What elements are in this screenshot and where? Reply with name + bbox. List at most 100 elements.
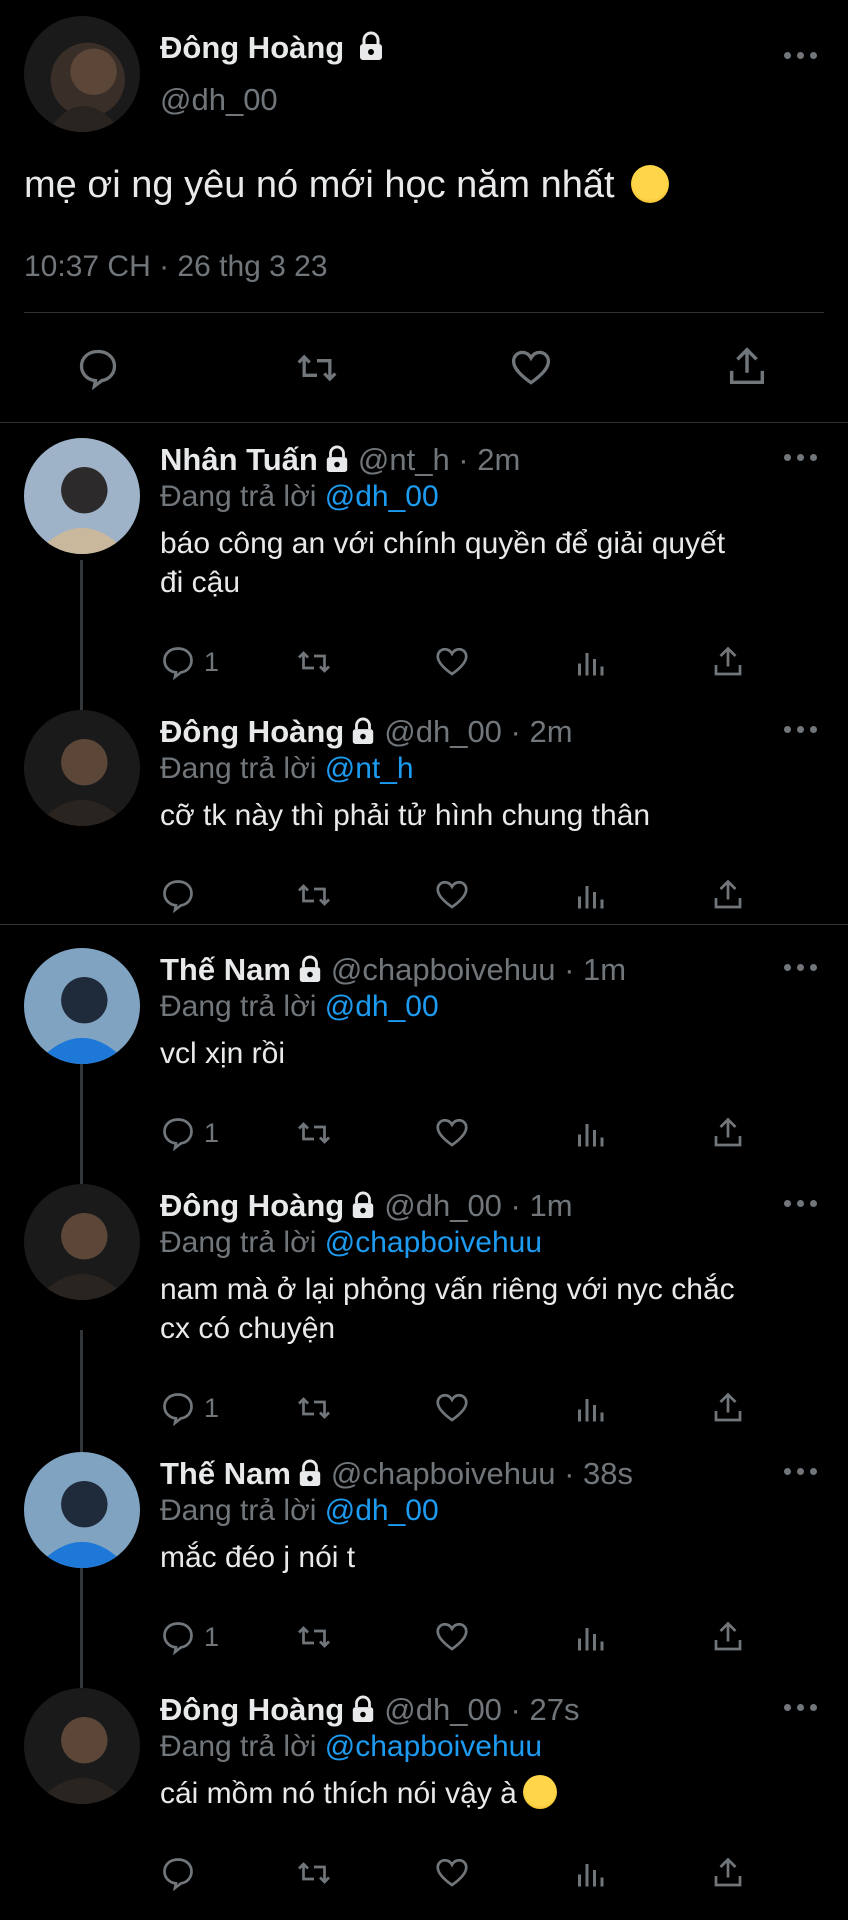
heart-button[interactable] [434, 1615, 470, 1659]
share-button[interactable] [710, 1386, 746, 1430]
lock-icon [324, 445, 350, 478]
share-button[interactable] [710, 1851, 746, 1895]
reply-time[interactable]: · 1m [564, 952, 626, 987]
author-handle[interactable]: @dh_00 [384, 1692, 510, 1727]
avatar[interactable] [24, 1184, 140, 1300]
heart-button[interactable] [434, 1111, 470, 1155]
share-button[interactable] [710, 1111, 746, 1155]
author-handle[interactable]: @chapboivehuu [331, 1456, 564, 1491]
avatar[interactable] [24, 1688, 140, 1804]
author-name[interactable]: Đông Hoàng [160, 30, 385, 69]
reply-count: 1 [204, 1117, 220, 1148]
tweet-actions: 1 [160, 640, 760, 684]
share-button[interactable] [710, 873, 746, 917]
author-handle[interactable]: @dh_00 [384, 714, 510, 749]
heart-button[interactable] [434, 1851, 470, 1895]
replying-to: Đang trả lời @chapboivehuu [160, 1730, 542, 1764]
heart-button[interactable] [434, 1386, 470, 1430]
retweet-icon [298, 1397, 330, 1419]
author-handle[interactable]: @dh_00 [384, 1188, 510, 1223]
reply-button[interactable] [160, 873, 196, 917]
retweet-button[interactable] [296, 1386, 332, 1430]
author-handle[interactable]: @dh_00 [160, 82, 278, 118]
retweet-button[interactable] [296, 1111, 332, 1155]
reply-button[interactable]: 1 [160, 1111, 219, 1155]
views-icon [578, 1399, 604, 1422]
more-icon[interactable] [784, 964, 818, 974]
replying-to: Đang trả lời @nt_h [160, 752, 414, 786]
heart-button[interactable] [434, 640, 470, 684]
divider [24, 312, 824, 313]
mention-link[interactable]: @dh_00 [325, 480, 439, 513]
retweet-icon [298, 1862, 330, 1884]
reply-button[interactable] [160, 1851, 196, 1895]
views-button[interactable] [572, 640, 608, 684]
share-button[interactable] [710, 1615, 746, 1659]
author-name[interactable]: Thế Nam [160, 1456, 291, 1491]
lock-icon [297, 1459, 323, 1492]
avatar[interactable] [24, 16, 140, 132]
author-name[interactable]: Nhân Tuấn [160, 442, 318, 477]
retweet-button[interactable] [296, 1851, 332, 1895]
retweet-button[interactable] [296, 873, 332, 917]
reply-time[interactable]: · 38s [564, 1456, 633, 1491]
reply-text-line: báo công an với chính quyền để giải quyế… [160, 527, 726, 560]
more-icon[interactable] [784, 1704, 818, 1714]
avatar[interactable] [24, 948, 140, 1064]
lock-icon [350, 1191, 376, 1224]
divider [0, 422, 848, 423]
reply-header: Thế Nam @chapboivehuu · 38s [160, 1456, 633, 1492]
share-icon [714, 1857, 742, 1887]
reply-text: cỡ tk này thì phải tử hình chung thân [160, 796, 800, 835]
author-handle[interactable]: @nt_h [358, 442, 458, 477]
share-icon[interactable] [724, 344, 770, 395]
avatar[interactable] [24, 710, 140, 826]
lock-icon [350, 717, 376, 750]
reply-time[interactable]: · 1m [511, 1188, 573, 1223]
reply-header: Thế Nam @chapboivehuu · 1m [160, 952, 626, 988]
more-icon[interactable] [784, 454, 818, 464]
avatar-image [24, 1184, 140, 1300]
reply-time[interactable]: · 2m [458, 442, 520, 477]
retweet-icon[interactable] [294, 346, 340, 395]
avatar[interactable] [24, 438, 140, 554]
more-icon[interactable] [784, 726, 818, 736]
retweet-button[interactable] [296, 1615, 332, 1659]
mention-link[interactable]: @nt_h [325, 752, 414, 785]
heart-button[interactable] [434, 873, 470, 917]
views-button[interactable] [572, 1386, 608, 1430]
tweet-timestamp[interactable]: 10:37 CH · 26 thg 3 23 [24, 250, 328, 284]
more-icon[interactable] [784, 1200, 818, 1210]
heart-icon[interactable] [508, 346, 554, 395]
retweet-button[interactable] [296, 640, 332, 684]
reply-button[interactable]: 1 [160, 1615, 219, 1659]
hugging-face-emoji [522, 1775, 557, 1809]
views-button[interactable] [572, 1111, 608, 1155]
share-button[interactable] [710, 640, 746, 684]
reply-button[interactable]: 1 [160, 1386, 219, 1430]
views-button[interactable] [572, 1851, 608, 1895]
avatar-image [24, 438, 140, 554]
avatar-image [24, 1452, 140, 1568]
more-icon[interactable] [784, 1468, 818, 1478]
mention-link[interactable]: @dh_00 [325, 990, 439, 1023]
views-button[interactable] [572, 1615, 608, 1659]
reply-icon[interactable] [76, 346, 120, 395]
author-name[interactable]: Đông Hoàng [160, 1692, 344, 1727]
reply-button[interactable]: 1 [160, 640, 219, 684]
reply-time[interactable]: · 27s [511, 1692, 580, 1727]
screaming-face-emoji [631, 165, 670, 203]
reply-time[interactable]: · 2m [511, 714, 573, 749]
more-icon[interactable] [784, 52, 818, 62]
author-name[interactable]: Đông Hoàng [160, 1188, 344, 1223]
tweet-actions: 1 [160, 1615, 760, 1659]
author-name[interactable]: Đông Hoàng [160, 714, 344, 749]
views-button[interactable] [572, 873, 608, 917]
author-handle[interactable]: @chapboivehuu [331, 952, 564, 987]
avatar[interactable] [24, 1452, 140, 1568]
author-name[interactable]: Thế Nam [160, 952, 291, 987]
mention-link[interactable]: @dh_00 [325, 1494, 439, 1527]
mention-link[interactable]: @chapboivehuu [325, 1226, 542, 1259]
mention-link[interactable]: @chapboivehuu [325, 1730, 542, 1763]
replying-to-label: Đang trả lời [160, 990, 325, 1023]
